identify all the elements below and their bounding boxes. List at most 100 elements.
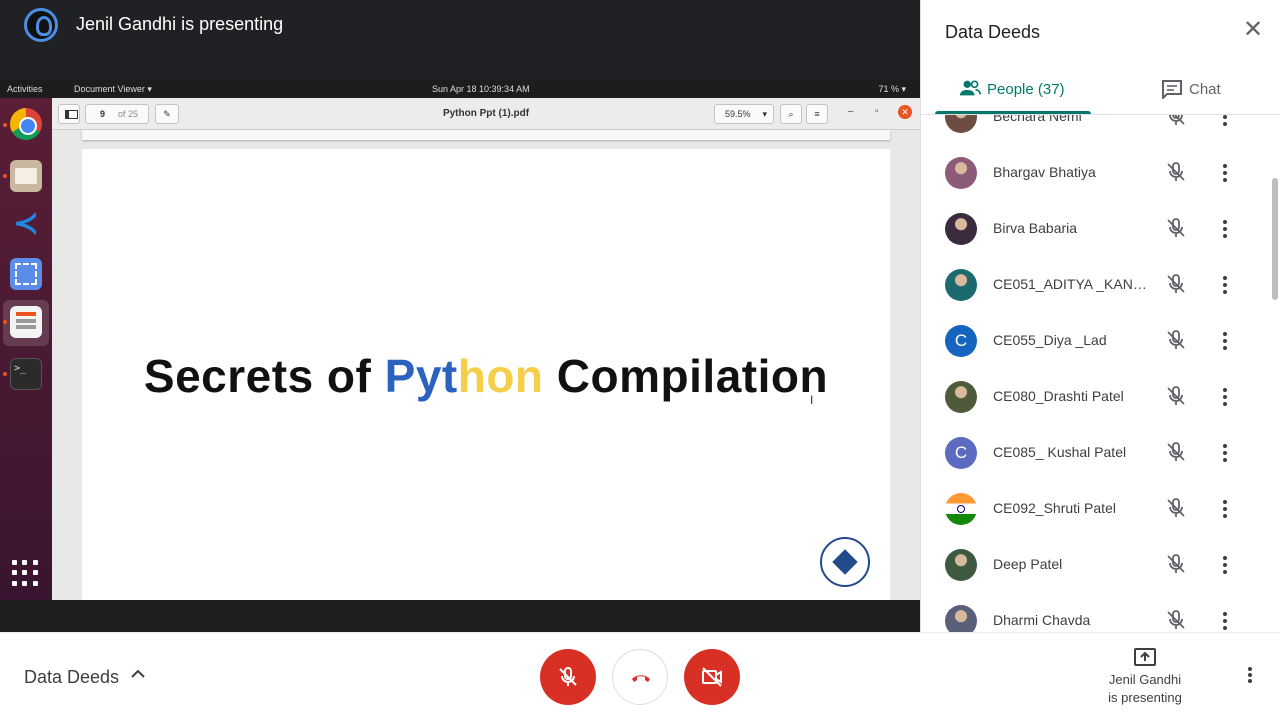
mic-muted-icon: [1165, 441, 1187, 463]
running-indicator: [3, 372, 7, 376]
shared-screen: Activities Document Viewer ▾ Sun Apr 18 …: [0, 80, 920, 600]
participant-name: Deep Patel: [993, 556, 1063, 572]
scrollbar[interactable]: [1272, 178, 1278, 300]
side-panel: Data Deeds ✕ People (37) Chat Bechara Ne…: [920, 0, 1280, 632]
more-options-icon[interactable]: [1215, 441, 1235, 465]
slide-page: Secrets of Python Compilation I: [82, 149, 890, 600]
avatar: [945, 115, 977, 133]
more-options-icon[interactable]: [1215, 329, 1235, 353]
running-indicator: [3, 174, 7, 178]
participant-row[interactable]: CE092_Shruti Patel: [921, 481, 1271, 537]
more-options-icon[interactable]: [1240, 665, 1260, 689]
participant-name: CE051_ADITYA _KANERIA: [993, 276, 1155, 292]
zoom-select: 59.5%: [714, 104, 774, 124]
document-viewer-icon: [10, 306, 42, 338]
meeting-controls-bar: Data Deeds Jenil Gandhi is presenting: [0, 632, 1280, 720]
participant-name: CE092_Shruti Patel: [993, 500, 1116, 516]
chat-icon: [1162, 80, 1182, 99]
camera-off-button[interactable]: [684, 649, 740, 705]
tab-people[interactable]: People (37): [921, 64, 1101, 114]
participant-row[interactable]: Dharmi Chavda: [921, 593, 1271, 632]
panel-title: Data Deeds: [945, 22, 1041, 42]
avatar: [945, 549, 977, 581]
society-logo: [820, 537, 870, 587]
participant-row[interactable]: Bhargav Bhatiya: [921, 145, 1271, 201]
presenter-banner: Jenil Gandhi is presenting: [0, 0, 920, 80]
more-options-icon[interactable]: [1215, 609, 1235, 632]
maximize-icon: ▫: [875, 106, 879, 117]
running-indicator: [3, 320, 7, 324]
more-options-icon[interactable]: [1215, 115, 1235, 129]
participant-row[interactable]: C CE085_ Kushal Patel: [921, 425, 1271, 481]
more-options-icon[interactable]: [1215, 217, 1235, 241]
screenshot-icon: [10, 258, 42, 290]
presenter-label: Jenil Gandhi is presenting: [76, 14, 284, 34]
more-options-icon[interactable]: [1215, 385, 1235, 409]
stage-bottom-strip: [0, 600, 920, 632]
participant-row[interactable]: CE080_Drashti Patel: [921, 369, 1271, 425]
hang-up-button[interactable]: [612, 649, 668, 705]
more-options-icon[interactable]: [1215, 497, 1235, 521]
participant-row[interactable]: C CE055_Diya _Lad: [921, 313, 1271, 369]
mic-muted-icon: [1165, 553, 1187, 575]
participant-name: CE080_Drashti Patel: [993, 388, 1124, 404]
close-icon[interactable]: ✕: [1241, 18, 1265, 42]
mic-off-icon: [559, 667, 577, 686]
participant-name: CE055_Diya _Lad: [993, 332, 1107, 348]
chevron-up-icon[interactable]: [130, 666, 146, 682]
search-icon: ⌕: [780, 104, 802, 124]
avatar: [945, 605, 977, 632]
hamburger-menu-icon: ≡: [806, 104, 828, 124]
tab-people-label: People (37): [987, 81, 1065, 98]
participant-row[interactable]: Birva Babaria: [921, 201, 1271, 257]
mic-muted-icon: [1165, 497, 1187, 519]
app-menu-label: Document Viewer ▾: [74, 84, 152, 94]
window-close-icon: ✕: [898, 105, 912, 119]
mic-muted-icon: [1165, 115, 1187, 127]
document-viewer-window: 9 of 25 ✎ Python Ppt (1).pdf 59.5% ⌕ ≡ –…: [52, 98, 920, 600]
terminal-icon: >_: [10, 358, 42, 390]
more-options-icon[interactable]: [1215, 161, 1235, 185]
activities-label: Activities: [7, 84, 43, 94]
mic-muted-icon: [1165, 217, 1187, 239]
avatar: [945, 381, 977, 413]
tab-chat[interactable]: Chat: [1101, 64, 1280, 114]
participant-row[interactable]: Deep Patel: [921, 537, 1271, 593]
meeting-name[interactable]: Data Deeds: [24, 667, 119, 688]
participant-name: Bechara Nemi: [993, 115, 1082, 124]
presenter-avatar: [24, 8, 58, 42]
previous-page-edge: [82, 130, 890, 140]
avatar: [945, 493, 977, 525]
battery-label: 71 % ▾: [878, 84, 906, 94]
participant-list: Bechara Nemi Bhargav Bhatiya Birva Babaria…: [921, 115, 1280, 632]
ubuntu-dock: ≺ >_: [0, 98, 52, 600]
participant-row[interactable]: Bechara Nemi: [921, 115, 1271, 145]
mic-muted-icon: [1165, 609, 1187, 631]
tab-chat-label: Chat: [1189, 81, 1221, 98]
text-cursor-icon: I: [810, 393, 814, 407]
people-icon: [959, 80, 981, 96]
camera-off-icon: [702, 667, 722, 687]
viewer-toolbar: 9 of 25 ✎ Python Ppt (1).pdf 59.5% ⌕ ≡ –…: [52, 98, 920, 130]
mic-off-button[interactable]: [540, 649, 596, 705]
presenting-status: Jenil Gandhi is presenting: [1108, 672, 1182, 705]
participant-name: Dharmi Chavda: [993, 612, 1091, 628]
chrome-icon: [10, 108, 42, 140]
more-options-icon[interactable]: [1215, 553, 1235, 577]
present-screen-icon[interactable]: [1133, 647, 1157, 667]
more-options-icon[interactable]: [1215, 273, 1235, 297]
participant-name: Birva Babaria: [993, 220, 1078, 236]
presentation-stage: Jenil Gandhi is presenting Activities Do…: [0, 0, 920, 632]
avatar: C: [945, 437, 977, 469]
mic-muted-icon: [1165, 385, 1187, 407]
participant-name: Bhargav Bhatiya: [993, 164, 1096, 180]
ubuntu-top-bar: Activities Document Viewer ▾ Sun Apr 18 …: [0, 80, 920, 98]
mic-muted-icon: [1165, 329, 1187, 351]
participant-row[interactable]: CE051_ADITYA _KANERIA: [921, 257, 1271, 313]
minimize-icon: –: [848, 106, 854, 117]
clock-label: Sun Apr 18 10:39:34 AM: [432, 84, 530, 94]
phone-hangup-icon: [632, 675, 650, 682]
running-indicator: [3, 123, 7, 127]
avatar: [945, 157, 977, 189]
mic-muted-icon: [1165, 273, 1187, 295]
